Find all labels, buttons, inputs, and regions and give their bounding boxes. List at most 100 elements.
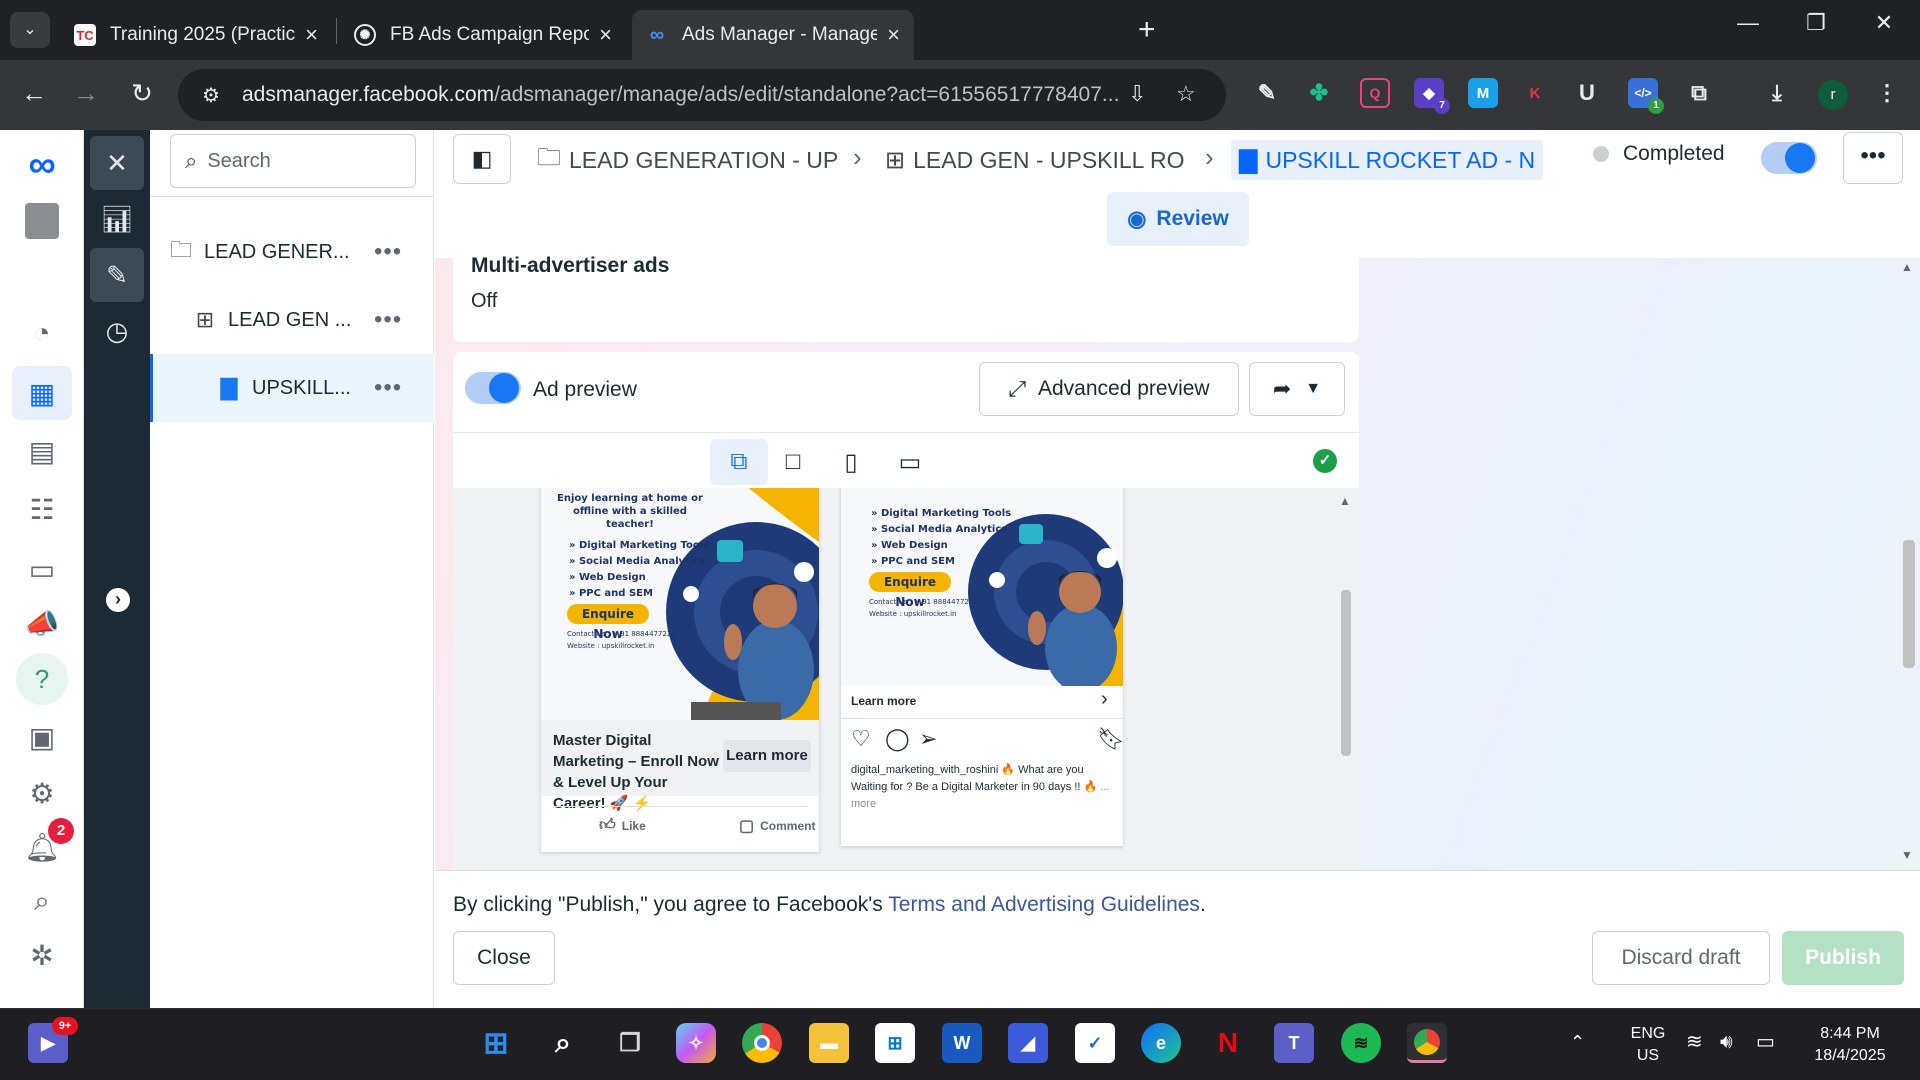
more-actions-button[interactable]: ••• xyxy=(1843,132,1903,184)
ad-preview-toggle[interactable] xyxy=(465,372,521,404)
eyedropper-extension-icon[interactable]: ✎ xyxy=(1252,78,1282,108)
send-icon[interactable]: ➢ xyxy=(919,726,937,752)
sketch-app-icon[interactable]: ◢ xyxy=(1008,1023,1048,1063)
address-bar[interactable]: ⚙ adsmanager.facebook.com/adsmanager/man… xyxy=(178,69,1226,121)
install-app-icon[interactable]: ⇩ xyxy=(1128,81,1146,107)
profile-avatar[interactable]: r xyxy=(1818,80,1848,110)
expand-arrow-icon[interactable]: › xyxy=(106,588,130,612)
url-text[interactable]: adsmanager.facebook.com/adsmanager/manag… xyxy=(242,83,1122,107)
terms-link[interactable]: Terms and Advertising Guidelines xyxy=(888,893,1200,916)
m-extension-icon[interactable]: M xyxy=(1468,78,1498,108)
vertical-format-icon[interactable]: ▯ xyxy=(822,439,880,485)
more-options-icon[interactable]: ••• xyxy=(374,306,402,334)
notifications-bell-icon[interactable]: 🔔︎ 2 xyxy=(12,818,74,874)
volume-icon[interactable]: 🔊︎ xyxy=(1720,1031,1733,1053)
heart-icon[interactable]: ♡ xyxy=(851,726,871,752)
wifi-icon[interactable]: ≋ xyxy=(1686,1031,1703,1053)
advanced-preview-button[interactable]: ⤢ Advanced preview xyxy=(979,362,1239,416)
extensions-puzzle-icon[interactable]: ⧉ xyxy=(1684,78,1714,108)
teams-icon[interactable]: T xyxy=(1274,1023,1314,1063)
scroll-up-icon[interactable]: ▲ xyxy=(1339,494,1351,508)
battery-icon[interactable]: ▭ xyxy=(1756,1031,1775,1053)
comment-icon[interactable]: ◯ xyxy=(885,726,910,752)
close-editor-icon[interactable]: ✕ xyxy=(90,136,144,190)
preview-scrollbar[interactable] xyxy=(1341,590,1351,756)
tree-item-campaign[interactable]: 🗀 LEAD GENER... ••• xyxy=(150,218,434,286)
campaigns-table-icon[interactable]: ▦ xyxy=(12,366,72,420)
reload-button[interactable]: ↻ xyxy=(124,78,160,109)
instagram-learn-more[interactable]: Learn more xyxy=(851,694,916,708)
close-button[interactable]: Close xyxy=(453,931,555,985)
main-scrollbar[interactable] xyxy=(1903,540,1915,668)
publish-button[interactable]: Publish xyxy=(1782,931,1904,985)
more-options-icon[interactable]: ••• xyxy=(374,374,402,402)
restore-button[interactable]: ❐ xyxy=(1796,10,1836,36)
window-close-button[interactable]: ✕ xyxy=(1864,10,1904,36)
all-placements-icon[interactable]: ⧉ xyxy=(710,439,768,485)
audiences-icon[interactable]: ☷ xyxy=(12,482,72,536)
tab-search-button[interactable]: ⌄ xyxy=(10,12,50,48)
ads-megaphone-icon[interactable]: 📣 xyxy=(12,596,72,650)
file-explorer-icon[interactable]: ▬ xyxy=(809,1023,849,1063)
task-view-icon[interactable]: ❐ xyxy=(610,1023,650,1063)
chrome-icon[interactable] xyxy=(742,1023,782,1063)
reports-icon[interactable]: ▤ xyxy=(12,424,72,478)
review-button[interactable]: ◉ Review xyxy=(1107,192,1249,246)
more-options-icon[interactable]: ••• xyxy=(374,238,402,266)
close-icon[interactable]: × xyxy=(599,22,612,48)
meta-logo-icon[interactable]: ∞ xyxy=(12,138,72,192)
new-tab-button[interactable]: + xyxy=(1138,12,1156,48)
settings-gear-icon[interactable]: ⚙ xyxy=(12,766,72,820)
facebook-learn-more-button[interactable]: Learn more xyxy=(723,740,811,772)
search-icon[interactable]: ⌕ xyxy=(543,1023,583,1063)
close-icon[interactable]: × xyxy=(887,22,900,48)
k-extension-icon[interactable]: K xyxy=(1520,78,1550,108)
spotify-icon[interactable]: ≋ xyxy=(1341,1023,1381,1063)
u-extension-icon[interactable]: U xyxy=(1572,78,1602,108)
chevron-right-icon[interactable]: › xyxy=(1101,688,1108,711)
search-icon[interactable]: ⌕ xyxy=(12,874,72,928)
download-icon[interactable]: ⤓ xyxy=(1762,78,1792,108)
tree-search-input[interactable]: ⌕ Search xyxy=(170,134,416,188)
scroll-down-icon[interactable]: ▼ xyxy=(1901,848,1913,862)
language-indicator[interactable]: ENG US xyxy=(1622,1023,1674,1067)
chevron-up-icon[interactable]: ⌃ xyxy=(1570,1031,1585,1053)
edge-icon[interactable]: e xyxy=(1141,1023,1181,1063)
browser-tab-training[interactable]: TC Training 2025 (Practical Assignm × xyxy=(60,10,332,60)
share-preview-button[interactable]: ➦ ▼ xyxy=(1249,362,1345,416)
store-icon[interactable]: ⊞ xyxy=(875,1023,915,1063)
tree-item-ad[interactable]: ▇ UPSKILL... ••• xyxy=(150,354,434,422)
netflix-icon[interactable]: N xyxy=(1208,1023,1248,1063)
discard-draft-button[interactable]: Discard draft xyxy=(1592,931,1770,985)
meet-app-icon[interactable]: ▶ 9+ xyxy=(28,1017,78,1063)
whiteboard-icon[interactable]: ✓ xyxy=(1075,1023,1115,1063)
minimize-button[interactable]: — xyxy=(1728,10,1768,36)
comment-action[interactable]: ▢ Comment xyxy=(739,816,815,836)
browser-menu-icon[interactable]: ⋮ xyxy=(1872,78,1902,108)
word-icon[interactable]: W xyxy=(942,1023,982,1063)
breadcrumb-adset[interactable]: ⊞ LEAD GEN - UPSKILL RO xyxy=(885,140,1185,180)
breadcrumb-campaign[interactable]: 🗀 LEAD GENERATION - UP xyxy=(537,140,838,180)
bookmark-star-icon[interactable]: ☆ xyxy=(1176,81,1196,107)
scroll-up-icon[interactable]: ▲ xyxy=(1901,260,1913,274)
chart-icon[interactable]: 📊︎ xyxy=(90,192,144,246)
green-extension-icon[interactable]: ✤ xyxy=(1304,78,1334,108)
purple-extension-icon[interactable]: ◆ 7 xyxy=(1414,78,1450,114)
billing-card-icon[interactable]: ▭ xyxy=(12,542,72,596)
account-avatar[interactable] xyxy=(12,194,72,248)
browser-tab-ads-manager[interactable]: ∞ Ads Manager - Manage ads - A × xyxy=(632,10,914,60)
edit-pencil-icon[interactable]: ✎ xyxy=(90,248,144,302)
help-icon[interactable]: ? xyxy=(12,652,72,706)
browser-tab-report[interactable]: ✺ FB Ads Campaign Report × xyxy=(340,10,626,60)
news-icon[interactable]: ▣ xyxy=(12,710,72,764)
site-info-icon[interactable]: ⚙ xyxy=(196,83,226,108)
windows-start-icon[interactable]: ⊞ xyxy=(476,1023,516,1063)
square-format-icon[interactable]: □ xyxy=(764,439,822,485)
bug-report-icon[interactable]: ✲ xyxy=(12,928,72,982)
copilot-icon[interactable]: ✧ xyxy=(676,1023,716,1063)
chrome-profile-icon[interactable] xyxy=(1407,1023,1447,1063)
code-extension-icon[interactable]: </> 1 xyxy=(1628,78,1664,114)
like-action[interactable]: 👍︎ Like xyxy=(599,816,646,835)
history-clock-icon[interactable]: ◷ xyxy=(90,304,144,358)
dashboard-gauge-icon[interactable]: ◔ xyxy=(12,306,72,360)
